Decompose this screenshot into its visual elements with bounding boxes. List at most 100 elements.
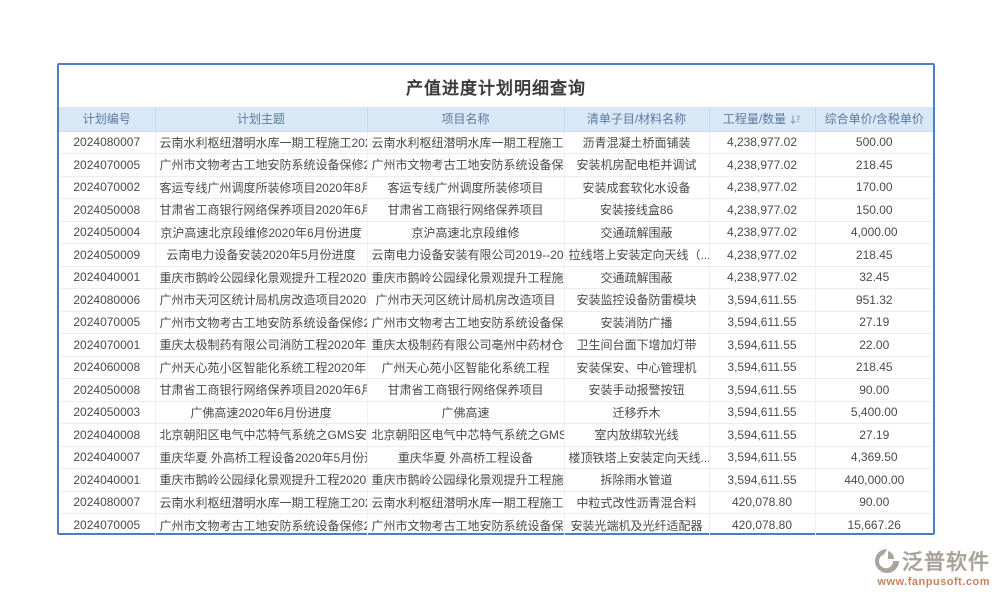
cell-subject[interactable]: 广州市文物考古工地安防系统设备保修2020 xyxy=(155,311,367,334)
cell-price: 150.00 xyxy=(815,199,933,222)
footer-brand: 泛普软件 www.fanpusoft.com xyxy=(840,546,990,588)
cell-subject[interactable]: 广州市天河区统计局机房改造项目2020年9 xyxy=(155,289,367,312)
cell-subject[interactable]: 广州市文物考古工地安防系统设备保修2020 xyxy=(155,154,367,177)
cell-project[interactable]: 广州市天河区统计局机房改造项目 xyxy=(367,289,564,312)
cell-quantity: 3,594,611.55 xyxy=(709,424,815,447)
cell-quantity: 3,594,611.55 xyxy=(709,311,815,334)
column-header-subject: 计划主题 xyxy=(155,107,367,131)
cell-plan-no[interactable]: 2024070005 xyxy=(59,514,155,537)
cell-project[interactable]: 京沪高速北京段维修 xyxy=(367,221,564,244)
cell-project[interactable]: 重庆市鹅岭公园绿化景观提升工程施工 xyxy=(367,469,564,492)
cell-plan-no[interactable]: 2024050009 xyxy=(59,244,155,267)
cell-subject[interactable]: 云南电力设备安装2020年5月份进度 xyxy=(155,244,367,267)
cell-plan-no[interactable]: 2024040007 xyxy=(59,446,155,469)
table-row: 2024050008甘肃省工商银行网络保养项目2020年6月份甘肃省工商银行网络… xyxy=(59,379,933,402)
cell-price: 15,667.26 xyxy=(815,514,933,537)
cell-subject[interactable]: 广佛高速2020年6月份进度 xyxy=(155,401,367,424)
cell-price: 27.19 xyxy=(815,424,933,447)
cell-plan-no[interactable]: 2024060008 xyxy=(59,356,155,379)
cell-price: 218.45 xyxy=(815,154,933,177)
cell-price: 90.00 xyxy=(815,491,933,514)
cell-project[interactable]: 云南水利枢纽潜明水库一期工程施工标 xyxy=(367,491,564,514)
cell-project[interactable]: 重庆市鹅岭公园绿化景观提升工程施工 xyxy=(367,266,564,289)
cell-subject[interactable]: 重庆市鹅岭公园绿化景观提升工程2020年5 xyxy=(155,469,367,492)
cell-price: 500.00 xyxy=(815,131,933,154)
cell-plan-no[interactable]: 2024070001 xyxy=(59,334,155,357)
table-row: 2024050003广佛高速2020年6月份进度广佛高速迁移乔木3,594,61… xyxy=(59,401,933,424)
cell-subject[interactable]: 客运专线广州调度所装修项目2020年8月份 xyxy=(155,176,367,199)
table-row: 2024080007云南水利枢纽潜明水库一期工程施工2020年云南水利枢纽潜明水… xyxy=(59,131,933,154)
cell-quantity: 4,238,977.02 xyxy=(709,176,815,199)
cell-material: 安装接线盒86 xyxy=(564,199,709,222)
cell-price: 90.00 xyxy=(815,379,933,402)
cell-plan-no[interactable]: 2024050004 xyxy=(59,221,155,244)
cell-plan-no[interactable]: 2024070002 xyxy=(59,176,155,199)
cell-plan-no[interactable]: 2024040008 xyxy=(59,424,155,447)
cell-plan-no[interactable]: 2024040001 xyxy=(59,469,155,492)
cell-project[interactable]: 云南水利枢纽潜明水库一期工程施工标 xyxy=(367,131,564,154)
cell-plan-no[interactable]: 2024080007 xyxy=(59,491,155,514)
column-header-quantity-label: 工程量/数量 xyxy=(723,112,786,126)
cell-price: 4,369.50 xyxy=(815,446,933,469)
cell-project[interactable]: 广佛高速 xyxy=(367,401,564,424)
cell-price: 440,000.00 xyxy=(815,469,933,492)
cell-subject[interactable]: 广州市文物考古工地安防系统设备保修2020 xyxy=(155,514,367,537)
cell-plan-no[interactable]: 2024050008 xyxy=(59,199,155,222)
brand-url[interactable]: www.fanpusoft.com xyxy=(840,576,990,588)
cell-plan-no[interactable]: 2024070005 xyxy=(59,154,155,177)
cell-subject[interactable]: 京沪高速北京段维修2020年6月份进度 xyxy=(155,221,367,244)
cell-project[interactable]: 甘肃省工商银行网络保养项目 xyxy=(367,379,564,402)
cell-project[interactable]: 甘肃省工商银行网络保养项目 xyxy=(367,199,564,222)
cell-project[interactable]: 重庆太极制药有限公司亳州中药材仓储物流基 xyxy=(367,334,564,357)
fanpu-logo-icon xyxy=(874,548,900,574)
column-header-price: 综合单价/含税单价 xyxy=(815,107,933,131)
cell-project[interactable]: 广州市文物考古工地安防系统设备保修 xyxy=(367,311,564,334)
cell-subject[interactable]: 重庆市鹅岭公园绿化景观提升工程2020年5 xyxy=(155,266,367,289)
cell-subject[interactable]: 甘肃省工商银行网络保养项目2020年6月份 xyxy=(155,199,367,222)
table-row: 2024070005广州市文物考古工地安防系统设备保修2020广州市文物考古工地… xyxy=(59,154,933,177)
cell-plan-no[interactable]: 2024040001 xyxy=(59,266,155,289)
cell-subject[interactable]: 甘肃省工商银行网络保养项目2020年6月份 xyxy=(155,379,367,402)
cell-plan-no[interactable]: 2024080006 xyxy=(59,289,155,312)
cell-material: 安装保安、中心管理机 xyxy=(564,356,709,379)
cell-price: 4,000.00 xyxy=(815,221,933,244)
cell-material: 室内放绑软光线 xyxy=(564,424,709,447)
cell-material: 安装成套软化水设备 xyxy=(564,176,709,199)
cell-project[interactable]: 云南电力设备安装有限公司2019--2020年度 xyxy=(367,244,564,267)
cell-material: 楼顶铁塔上安装定向天线... xyxy=(564,446,709,469)
table-row: 2024040008北京朝阳区电气中芯特气系统之GMS安装2北京朝阳区电气中芯特… xyxy=(59,424,933,447)
cell-subject[interactable]: 云南水利枢纽潜明水库一期工程施工2020年 xyxy=(155,491,367,514)
cell-material: 安装手动报警按钮 xyxy=(564,379,709,402)
cell-price: 27.19 xyxy=(815,311,933,334)
table-row: 2024050004京沪高速北京段维修2020年6月份进度京沪高速北京段维修交通… xyxy=(59,221,933,244)
title-bar: 产值进度计划明细查询 xyxy=(59,65,933,107)
cell-subject[interactable]: 北京朝阳区电气中芯特气系统之GMS安装2 xyxy=(155,424,367,447)
cell-quantity: 4,238,977.02 xyxy=(709,266,815,289)
cell-project[interactable]: 广州市文物考古工地安防系统设备保修 xyxy=(367,154,564,177)
cell-project[interactable]: 北京朝阳区电气中芯特气系统之GMS安装 xyxy=(367,424,564,447)
cell-project[interactable]: 广州市文物考古工地安防系统设备保修 xyxy=(367,514,564,537)
cell-plan-no[interactable]: 2024050008 xyxy=(59,379,155,402)
results-table: 计划编号 计划主题 项目名称 清单子目/材料名称 工程量/数量 综合单价/含税单… xyxy=(59,107,933,536)
cell-subject[interactable]: 重庆太极制药有限公司消防工程2020年8月 xyxy=(155,334,367,357)
cell-quantity: 3,594,611.55 xyxy=(709,401,815,424)
cell-project[interactable]: 广州天心苑小区智能化系统工程 xyxy=(367,356,564,379)
table-row: 2024050009云南电力设备安装2020年5月份进度云南电力设备安装有限公司… xyxy=(59,244,933,267)
cell-subject[interactable]: 广州天心苑小区智能化系统工程2020年7月 xyxy=(155,356,367,379)
cell-plan-no[interactable]: 2024070005 xyxy=(59,311,155,334)
cell-project[interactable]: 客运专线广州调度所装修项目 xyxy=(367,176,564,199)
cell-subject[interactable]: 云南水利枢纽潜明水库一期工程施工2020年 xyxy=(155,131,367,154)
cell-quantity: 3,594,611.55 xyxy=(709,469,815,492)
cell-project[interactable]: 重庆华夏 外高桥工程设备 xyxy=(367,446,564,469)
page-title: 产值进度计划明细查询 xyxy=(406,74,586,99)
sort-descending-icon[interactable] xyxy=(790,114,801,128)
cell-subject[interactable]: 重庆华夏 外高桥工程设备2020年5月份进度 xyxy=(155,446,367,469)
cell-material: 沥青混凝土桥面铺装 xyxy=(564,131,709,154)
table-row: 2024040007重庆华夏 外高桥工程设备2020年5月份进度重庆华夏 外高桥… xyxy=(59,446,933,469)
cell-plan-no[interactable]: 2024080007 xyxy=(59,131,155,154)
cell-quantity: 4,238,977.02 xyxy=(709,154,815,177)
cell-material: 拆除雨水管道 xyxy=(564,469,709,492)
cell-plan-no[interactable]: 2024050003 xyxy=(59,401,155,424)
column-header-quantity[interactable]: 工程量/数量 xyxy=(709,107,815,131)
column-header-plan-no: 计划编号 xyxy=(59,107,155,131)
